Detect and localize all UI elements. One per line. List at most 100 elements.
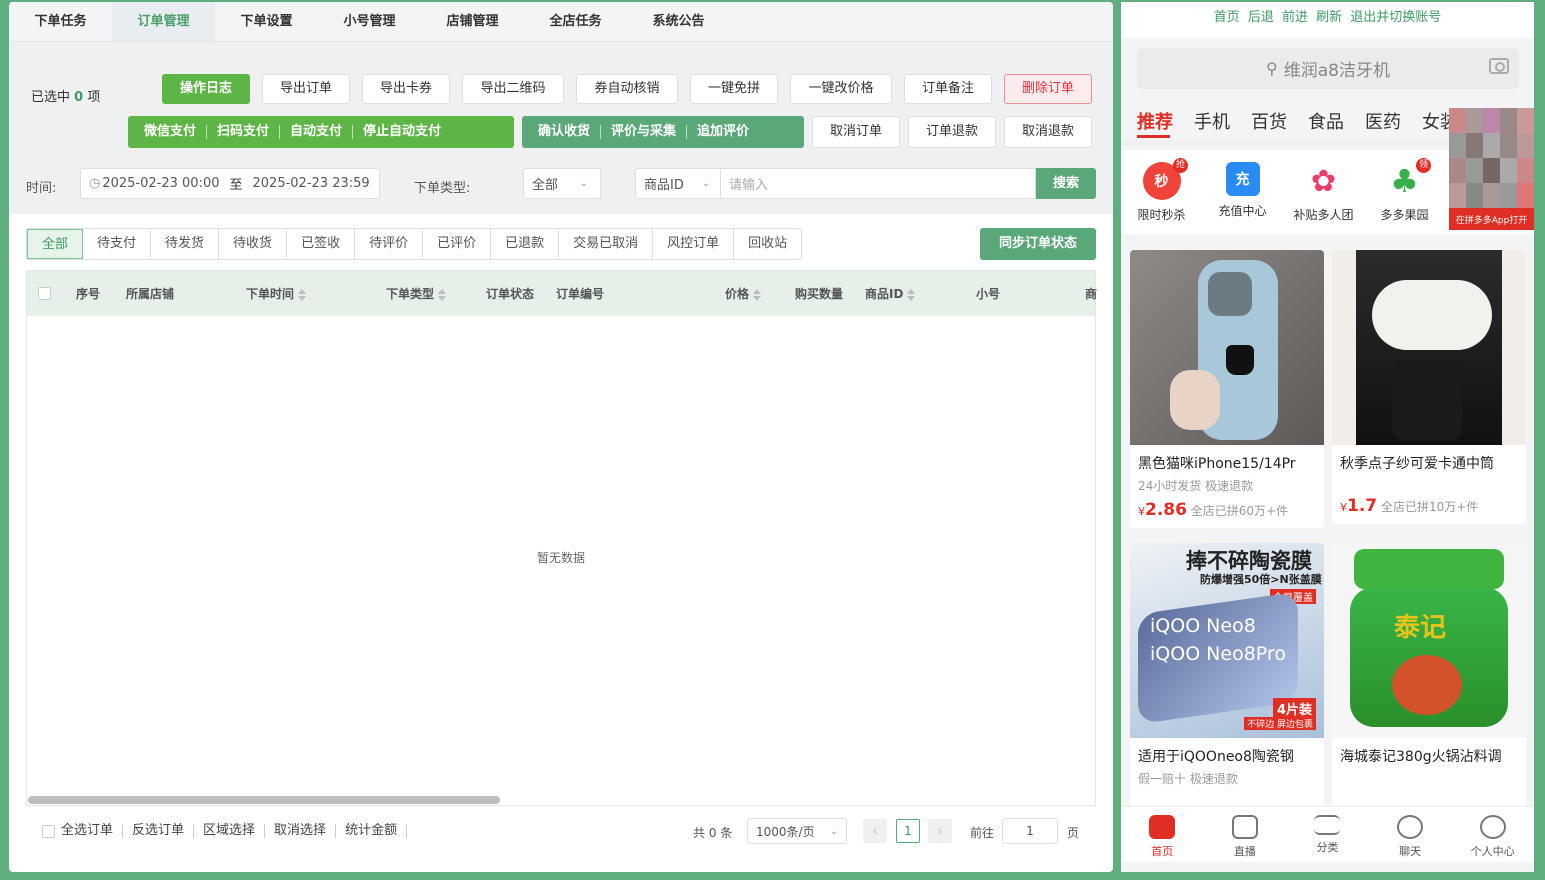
auto-pay-button[interactable]: 自动支付 — [280, 125, 354, 139]
one-click-reprice-button[interactable]: 一键改价格 — [790, 74, 892, 104]
col-product-id[interactable]: 商品ID — [865, 285, 916, 302]
auto-redeem-button[interactable]: 券自动核销 — [576, 74, 678, 104]
invert-selection-link[interactable]: 反选订单 — [123, 824, 195, 838]
select-all-orders-link[interactable]: 全选订单 — [61, 824, 124, 838]
sort-icon[interactable] — [907, 288, 916, 301]
current-page[interactable]: 1 — [896, 819, 920, 843]
wechat-pay-button[interactable]: 微信支付 — [128, 125, 208, 139]
order-refund-button[interactable]: 订单退款 — [908, 116, 996, 148]
cat-tab-goods[interactable]: 百货 — [1251, 108, 1287, 134]
status-tab-all[interactable]: 全部 — [27, 229, 84, 259]
horizontal-scrollbar[interactable] — [28, 796, 500, 804]
nav-tab-store-tasks[interactable]: 全店任务 — [524, 2, 627, 41]
cancel-refund-button[interactable]: 取消退款 — [1004, 116, 1092, 148]
footer-checkbox[interactable] — [42, 824, 55, 838]
search-button[interactable]: 搜索 — [1036, 168, 1096, 199]
time-range-picker[interactable]: ◷ 2025-02-23 00:00 至 2025-02-23 23:59 — [80, 168, 380, 199]
status-tab-pending-review[interactable]: 待评价 — [355, 229, 424, 259]
orchard-entry[interactable]: ♣ 领 多多果园 — [1364, 150, 1445, 234]
back-link[interactable]: 后退 — [1248, 10, 1274, 25]
search-input[interactable]: 请输入 — [720, 168, 1036, 199]
product-tags: 假一赔十 极速退款 — [1138, 772, 1238, 786]
tab-chat[interactable]: 聊天 — [1369, 807, 1452, 862]
status-tab-reviewed[interactable]: 已评价 — [423, 229, 492, 259]
export-orders-button[interactable]: 导出订单 — [262, 74, 350, 104]
status-tab-recycle-bin[interactable]: 回收站 — [734, 229, 801, 259]
sync-order-status-button[interactable]: 同步订单状态 — [980, 228, 1096, 260]
product-card[interactable]: 泰记 海城泰记380g火锅沾料调 — [1332, 543, 1526, 806]
order-type-select[interactable]: 全部 ⌄ — [523, 168, 601, 199]
status-tab-pending-payment[interactable]: 待支付 — [83, 229, 152, 259]
overlay-brand: 泰记 — [1394, 613, 1447, 643]
page-size-select[interactable]: 1000条/页 ⌄ — [747, 818, 847, 844]
status-tab-risk-control[interactable]: 风控订单 — [653, 229, 735, 259]
status-tab-signed[interactable]: 已签收 — [287, 229, 356, 259]
tab-category[interactable]: 分类 — [1286, 807, 1369, 862]
prev-page-icon[interactable]: ‹ — [863, 819, 887, 843]
nav-tab-announcements[interactable]: 系统公告 — [627, 2, 730, 41]
select-all-checkbox[interactable] — [38, 287, 51, 300]
time-start[interactable]: 2025-02-23 00:00 — [102, 176, 219, 191]
home-link[interactable]: 首页 — [1214, 10, 1240, 25]
currency-symbol: ¥ — [1340, 501, 1347, 514]
clear-selection-link[interactable]: 取消选择 — [265, 824, 337, 838]
forward-link[interactable]: 前进 — [1282, 10, 1308, 25]
product-card[interactable]: 黑色猫咪iPhone15/14Pr 24小时发货 极速退款 ¥2.86 全店已拼… — [1130, 250, 1324, 528]
refresh-link[interactable]: 刷新 — [1316, 10, 1342, 25]
operation-log-button[interactable]: 操作日志 — [162, 74, 250, 104]
tab-profile[interactable]: 个人中心 — [1451, 807, 1534, 862]
product-card[interactable]: 捧不碎陶瓷膜 防爆增强50倍>N张盖膜 全屏覆盖 iQOO Neo8 iQOO … — [1130, 543, 1324, 806]
review-collect-button[interactable]: 评价与采集 — [601, 125, 688, 139]
add-review-button[interactable]: 追加评价 — [687, 125, 759, 139]
status-tab-pending-receipt[interactable]: 待收货 — [219, 229, 288, 259]
col-order-type[interactable]: 下单类型 — [386, 285, 447, 302]
cat-tab-food[interactable]: 食品 — [1308, 108, 1344, 134]
region-select-link[interactable]: 区域选择 — [194, 824, 266, 838]
nav-tab-order-settings[interactable]: 下单设置 — [215, 2, 318, 41]
status-tab-cancelled[interactable]: 交易已取消 — [559, 229, 654, 259]
next-page-icon[interactable]: › — [928, 819, 952, 843]
tab-live[interactable]: 直播 — [1204, 807, 1287, 862]
open-in-app-banner[interactable]: 在拼多多App打开 — [1449, 108, 1534, 230]
tab-home[interactable]: 首页 — [1121, 807, 1204, 862]
tab-home-label: 首页 — [1151, 845, 1174, 858]
group-subsidy-entry[interactable]: ✿ 补贴多人团 — [1283, 150, 1364, 234]
mobile-search-bar[interactable]: ⚲ 维润a8洁牙机 — [1137, 48, 1519, 89]
search-field-select[interactable]: 商品ID ⌄ — [635, 168, 721, 199]
cat-tab-phone[interactable]: 手机 — [1194, 108, 1230, 134]
confirm-receipt-button[interactable]: 确认收货 — [522, 125, 602, 139]
nav-tab-order-management[interactable]: 订单管理 — [112, 2, 215, 41]
export-qrcode-button[interactable]: 导出二维码 — [462, 74, 564, 104]
nav-tab-order-task[interactable]: 下单任务 — [9, 2, 112, 41]
cat-tab-recommend[interactable]: 推荐 — [1137, 108, 1173, 134]
nav-tab-shop-management[interactable]: 店铺管理 — [421, 2, 524, 41]
col-order-time[interactable]: 下单时间 — [246, 285, 307, 302]
col-price[interactable]: 价格 — [725, 285, 762, 302]
one-click-free-group-button[interactable]: 一键免拼 — [690, 74, 778, 104]
selected-prefix: 已选中 — [31, 90, 71, 105]
export-vouchers-button[interactable]: 导出卡券 — [362, 74, 450, 104]
stop-auto-pay-button[interactable]: 停止自动支付 — [353, 125, 451, 139]
status-tab-pending-shipment[interactable]: 待发货 — [151, 229, 220, 259]
scan-pay-button[interactable]: 扫码支付 — [207, 125, 281, 139]
chevron-down-icon: ⌄ — [829, 825, 838, 837]
camera-icon[interactable] — [1489, 58, 1509, 74]
cancel-order-button[interactable]: 取消订单 — [812, 116, 900, 148]
nav-tab-account-management[interactable]: 小号管理 — [318, 2, 421, 41]
status-tab-refunded[interactable]: 已退款 — [491, 229, 560, 259]
recharge-entry[interactable]: 充 充值中心 — [1202, 150, 1283, 234]
product-image-seasoning-jar: 泰记 — [1332, 543, 1526, 738]
order-note-button[interactable]: 订单备注 — [904, 74, 992, 104]
time-end[interactable]: 2025-02-23 23:59 — [253, 176, 370, 191]
sort-icon[interactable] — [438, 288, 447, 301]
flash-sale-entry[interactable]: 秒 抢 限时秒杀 — [1121, 150, 1202, 234]
clock-icon: ◷ — [89, 176, 101, 191]
cat-tab-medicine[interactable]: 医药 — [1365, 108, 1401, 134]
delete-order-button[interactable]: 删除订单 — [1004, 74, 1092, 104]
sum-amount-link[interactable]: 统计金额 — [336, 824, 408, 838]
sort-icon[interactable] — [298, 288, 307, 301]
product-card[interactable]: 秋季点子纱可爱卡通中筒 ¥1.7 全店已拼10万+件 — [1332, 250, 1526, 524]
sort-icon[interactable] — [753, 288, 762, 301]
goto-page-input[interactable]: 1 — [1002, 818, 1058, 844]
logout-switch-link[interactable]: 退出并切换账号 — [1350, 10, 1441, 25]
